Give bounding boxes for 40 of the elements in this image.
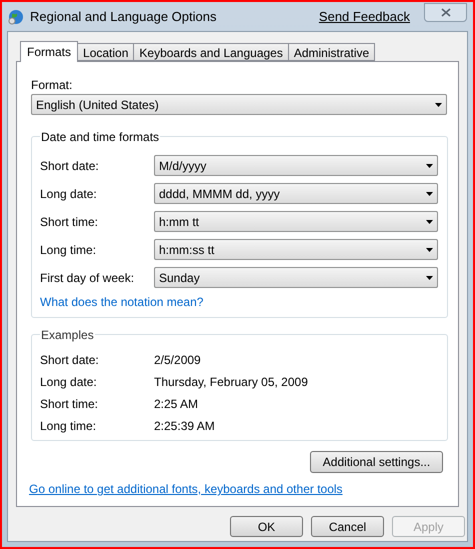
dropdown[interactable]: Sunday <box>154 267 438 288</box>
dropdown[interactable]: h:mm tt <box>154 211 438 232</box>
caret-icon <box>426 164 433 168</box>
dropdown[interactable]: M/d/yyyy <box>154 155 438 176</box>
field-label: Long date: <box>40 186 98 202</box>
caret-icon <box>426 220 433 224</box>
caret-icon <box>426 192 433 196</box>
example-label: Short time: <box>40 396 100 413</box>
dropdown[interactable]: English (United States) <box>31 94 447 115</box>
example-label: Long time: <box>40 418 98 435</box>
example-label: Short date: <box>40 352 100 369</box>
close-button[interactable] <box>424 3 467 22</box>
online-link[interactable]: Go online to get additional fonts, keyboards and other tools <box>29 480 343 498</box>
dialog-button[interactable]: Cancel <box>311 516 384 537</box>
field-label: First day of week: <box>40 270 136 286</box>
notation-link[interactable]: What does the notation mean? <box>40 293 204 311</box>
tab[interactable]: Formats <box>20 41 78 62</box>
field-label: Long time: <box>40 242 98 258</box>
tab[interactable]: Keyboards and Languages <box>133 43 289 61</box>
close-icon <box>440 8 450 17</box>
additional-settings-button[interactable]: Additional settings... <box>310 451 443 473</box>
field-label: Short time: <box>40 214 100 230</box>
globe-icon <box>8 8 24 24</box>
example-label: Long date: <box>40 374 98 391</box>
caret-icon <box>426 248 433 252</box>
feedback-link[interactable]: Send Feedback <box>318 6 410 26</box>
caret-icon <box>426 276 433 280</box>
dialog-button[interactable]: OK <box>230 516 303 537</box>
tab[interactable]: Administrative <box>288 43 376 61</box>
tab[interactable]: Location <box>77 43 134 61</box>
example-value: 2:25:39 AM <box>154 418 215 435</box>
example-value: Thursday, February 05, 2009 <box>154 374 308 391</box>
dropdown[interactable]: dddd, MMMM dd, yyyy <box>154 183 438 204</box>
example-value: 2/5/2009 <box>154 352 201 369</box>
caret-icon <box>435 102 442 106</box>
field-label: Short date: <box>40 158 100 174</box>
format-label: Format: <box>31 77 74 94</box>
example-value: 2:25 AM <box>154 396 198 413</box>
window-title: Regional and Language Options <box>30 8 216 26</box>
dropdown[interactable]: h:mm:ss tt <box>154 239 438 260</box>
